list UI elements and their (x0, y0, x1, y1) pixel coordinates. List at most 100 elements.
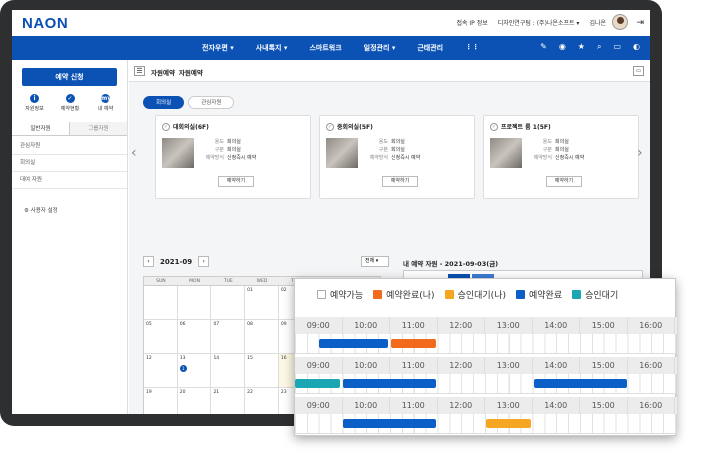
nav-item-board[interactable]: 사내톡지 ▾ (256, 43, 288, 53)
event-count-badge[interactable]: 1 (179, 365, 187, 372)
calendar-day[interactable]: 05 (144, 320, 178, 353)
nav-item-mail[interactable]: 전자우편 ▾ (202, 43, 234, 53)
room-card[interactable]: ✓ 대회의실(6F) 용도 회의실 구분 회의실 예약방식 신청즉시 예약 예약하기 (155, 115, 311, 199)
calendar-day[interactable]: 06 (178, 320, 212, 353)
sidebar-item-rental[interactable]: 대여 자원 (12, 172, 127, 189)
weekday: MON (189, 279, 200, 284)
info-key: 구분 (214, 147, 224, 153)
calendar-day[interactable]: 01 (245, 286, 279, 319)
legend-swatch (317, 290, 326, 299)
hour-header: 09:00 10:00 11:00 12:00 13:00 14:00 15:0… (295, 317, 677, 334)
reservation-bar[interactable] (486, 419, 531, 428)
legend-label: 승인대기 (585, 291, 619, 301)
palette-icon[interactable]: ◐ (633, 42, 640, 52)
hour-label: 11:00 (390, 317, 438, 334)
legend-swatch (572, 290, 582, 299)
legend-label: 예약가능 (330, 291, 364, 301)
user-settings-link[interactable]: ⚙ 사용자 설정 (24, 206, 58, 214)
pen-icon[interactable]: ✎ (540, 42, 547, 52)
reserve-request-button[interactable]: 예약 신청 (22, 68, 117, 86)
pill-meeting-room[interactable]: 회의실 (143, 96, 185, 109)
tab-general-resource[interactable]: 일반자원 (12, 122, 70, 135)
weekday: TUE (223, 279, 233, 284)
calendar-day[interactable]: 15 (245, 354, 279, 387)
main-nav: 전자우편 ▾ 사내톡지 ▾ 스마트워크 일정관리 ▾ 근태관리 ⋮⋮ ✎ ◉ ★… (12, 36, 650, 60)
app-grid-icon[interactable]: ⋮⋮ (465, 43, 479, 53)
sidebar-item-meeting-room[interactable]: 회의실 (12, 155, 127, 172)
user-name[interactable]: 김나온 (589, 18, 606, 27)
check-icon[interactable]: ✓ (326, 122, 334, 131)
calendar-month: 2021-09 (160, 257, 193, 266)
reservation-bar[interactable] (343, 379, 436, 388)
pill-favorites[interactable]: 관심자원 (188, 96, 235, 109)
quick-resource-info[interactable]: i 자원정보 (18, 94, 51, 112)
nav-item-schedule[interactable]: 일정관리 ▾ (364, 43, 396, 53)
reservation-bar[interactable] (295, 379, 340, 388)
calendar-day[interactable] (211, 286, 246, 319)
chevron-right-icon[interactable]: › (637, 145, 643, 161)
info-key: 구분 (542, 147, 552, 153)
monitor-icon[interactable]: ▭ (613, 42, 621, 52)
calendar-day[interactable] (144, 286, 178, 319)
logo[interactable]: NAON (22, 15, 68, 32)
search-icon[interactable]: ⌕ (597, 42, 601, 52)
department-selector[interactable]: 디자인연구팀 : (주)나온소프트 ▾ (498, 18, 580, 27)
calendar-day-with-event[interactable]: 13 1 (178, 354, 212, 387)
calendar-day[interactable] (178, 286, 212, 319)
prev-month-button[interactable]: ‹ (143, 256, 154, 267)
room-name: 대회의실(6F) (173, 124, 209, 131)
breadcrumb-item[interactable]: 자원예약 (151, 67, 175, 77)
reservation-bar[interactable] (319, 339, 388, 348)
calendar-day[interactable]: 21 (211, 388, 246, 414)
info-key: 용도 (542, 139, 552, 145)
hour-label: 12:00 (438, 317, 485, 334)
hour-header: 09:00 10:00 11:00 12:00 13:00 14:00 15:0… (295, 397, 677, 414)
reservation-bar[interactable] (343, 419, 436, 428)
chat-icon[interactable]: ◉ (559, 42, 566, 52)
view-select[interactable]: 전체 ▾ (361, 256, 389, 267)
top-bar: NAON 접속 IP 정보 디자인연구팀 : (주)나온소프트 ▾ 김나온 ⇥ (12, 10, 650, 36)
reservation-bar[interactable] (534, 379, 627, 388)
calendar-day[interactable]: 14 (211, 354, 246, 387)
nav-item-attendance[interactable]: 근태관리 (417, 43, 443, 53)
calendar-day[interactable]: 19 (144, 388, 178, 414)
reserve-button[interactable]: 예약하기 (546, 176, 582, 187)
calendar-day[interactable]: 12 (144, 354, 178, 387)
quick-menu: i 자원정보 ✓ 예약현황 my 내 예약 (18, 94, 122, 112)
menu-toggle-icon[interactable]: ☰ (134, 66, 145, 76)
logout-icon[interactable]: ⇥ (636, 18, 644, 28)
sidebar-item-favorites[interactable]: 관심자원 (12, 138, 127, 155)
info-key: 예약방식 (369, 155, 388, 161)
content-header: ☰ 자원예약 자원예약 ▭ (129, 60, 650, 82)
calendar-day[interactable]: 22 (245, 388, 279, 414)
quick-label: 내 예약 (97, 106, 114, 112)
check-icon: ✓ (65, 94, 75, 103)
day-number: 13 (179, 356, 186, 361)
reservation-bar[interactable] (391, 339, 436, 348)
room-card[interactable]: ✓ 중회의실(5F) 용도 회의실 구분 회의실 예약방식 신청즉시 예약 예약하기 (319, 115, 475, 199)
hour-label: 16:00 (628, 397, 675, 414)
check-icon[interactable]: ✓ (490, 122, 498, 131)
room-name: 프로젝트 룸 1(5F) (501, 124, 551, 131)
check-icon[interactable]: ✓ (162, 122, 170, 131)
room-card[interactable]: ✓ 프로젝트 룸 1(5F) 용도 회의실 구분 회의실 예약방식 신청즉시 예약 예약… (483, 115, 639, 199)
star-icon[interactable]: ★ (578, 42, 585, 52)
hour-label: 14:00 (533, 397, 580, 414)
info-icon: i (30, 94, 39, 103)
reserve-button[interactable]: 예약하기 (382, 176, 418, 187)
room-info: 용도 회의실 구분 회의실 예약방식 신청즉시 예약 (528, 138, 585, 162)
tab-group-resource[interactable]: 그룹자원 (70, 122, 127, 135)
screen-icon[interactable]: ▭ (633, 66, 644, 76)
next-month-button[interactable]: › (198, 256, 210, 267)
quick-reservation-status[interactable]: ✓ 예약현황 (54, 94, 87, 112)
avatar[interactable] (612, 14, 628, 30)
quick-my-reservation[interactable]: my 내 예약 (89, 94, 122, 112)
reserve-button[interactable]: 예약하기 (218, 176, 254, 187)
nav-item-smartwork[interactable]: 스마트워크 (309, 43, 341, 53)
ip-info-link[interactable]: 접속 IP 정보 (456, 18, 487, 27)
calendar-day[interactable]: 07 (211, 320, 246, 353)
chevron-left-icon[interactable]: ‹ (131, 145, 137, 161)
calendar-day[interactable]: 08 (245, 320, 279, 353)
legend-item: 예약가능 (317, 288, 363, 301)
calendar-day[interactable]: 20 (178, 388, 212, 414)
